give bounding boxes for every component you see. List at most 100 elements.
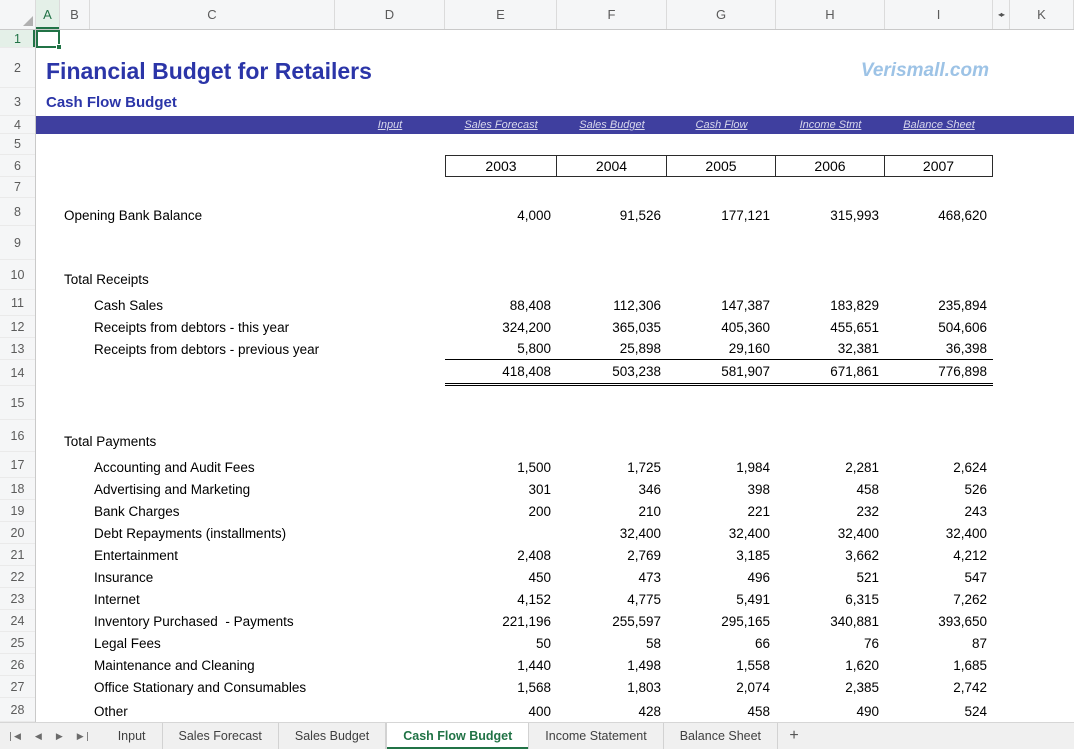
total-cell[interactable]: 418,408 [445, 360, 557, 386]
tab-sales-budget[interactable]: Sales Budget [279, 723, 386, 749]
value-cell[interactable]: 4,000 [445, 198, 557, 226]
row-label[interactable]: Legal Fees [90, 632, 445, 654]
column-header-e[interactable]: E [445, 0, 557, 29]
year-cell-2007[interactable]: 2007 [885, 155, 993, 177]
row-label[interactable]: Advertising and Marketing [90, 478, 445, 500]
value-cell[interactable]: 5,800 [445, 338, 557, 360]
value-cell[interactable]: 32,400 [776, 522, 885, 544]
value-cell[interactable]: 2,074 [667, 676, 776, 698]
value-cell[interactable]: 4,152 [445, 588, 557, 610]
value-cell[interactable]: 346 [557, 478, 667, 500]
nav-link-input[interactable]: Input [335, 116, 445, 134]
value-cell[interactable]: 177,121 [667, 198, 776, 226]
nav-link-income-stmt[interactable]: Income Stmt [776, 116, 885, 134]
value-cell[interactable]: 232 [776, 500, 885, 522]
value-cell[interactable]: 468,620 [885, 198, 993, 226]
value-cell[interactable]: 5,491 [667, 588, 776, 610]
value-cell[interactable]: 1,500 [445, 452, 557, 478]
row-label[interactable]: Maintenance and Cleaning [90, 654, 445, 676]
tab-cash-flow-budget[interactable]: Cash Flow Budget [386, 723, 529, 749]
row-label[interactable]: Other [90, 698, 445, 722]
value-cell[interactable]: 91,526 [557, 198, 667, 226]
value-cell[interactable]: 112,306 [557, 290, 667, 316]
value-cell[interactable]: 6,315 [776, 588, 885, 610]
value-cell[interactable] [445, 522, 557, 544]
value-cell[interactable]: 1,685 [885, 654, 993, 676]
value-cell[interactable]: 4,212 [885, 544, 993, 566]
row-label[interactable]: Inventory Purchased - Payments [90, 610, 445, 632]
row-label[interactable]: Entertainment [90, 544, 445, 566]
total-cell[interactable]: 776,898 [885, 360, 993, 386]
value-cell[interactable]: 455,651 [776, 316, 885, 338]
value-cell[interactable]: 365,035 [557, 316, 667, 338]
value-cell[interactable]: 400 [445, 698, 557, 722]
last-sheet-icon[interactable]: ▶ [77, 732, 88, 741]
nav-link-balance-sheet[interactable]: Balance Sheet [885, 116, 993, 134]
opening-balance-label[interactable]: Opening Bank Balance [60, 198, 445, 226]
value-cell[interactable]: 235,894 [885, 290, 993, 316]
column-header-g[interactable]: G [667, 0, 776, 29]
column-header-c[interactable]: C [90, 0, 335, 29]
value-cell[interactable]: 547 [885, 566, 993, 588]
value-cell[interactable]: 147,387 [667, 290, 776, 316]
value-cell[interactable]: 295,165 [667, 610, 776, 632]
column-header-i[interactable]: I [885, 0, 993, 29]
value-cell[interactable]: 66 [667, 632, 776, 654]
total-cell[interactable]: 581,907 [667, 360, 776, 386]
value-cell[interactable]: 3,185 [667, 544, 776, 566]
row-label[interactable]: Bank Charges [90, 500, 445, 522]
value-cell[interactable]: 29,160 [667, 338, 776, 360]
value-cell[interactable]: 1,498 [557, 654, 667, 676]
column-header-d[interactable]: D [335, 0, 445, 29]
column-header-h[interactable]: H [776, 0, 885, 29]
row-label[interactable]: Debt Repayments (installments) [90, 522, 445, 544]
value-cell[interactable]: 221,196 [445, 610, 557, 632]
total-receipts-label[interactable]: Total Receipts [60, 260, 445, 290]
value-cell[interactable]: 76 [776, 632, 885, 654]
nav-link-sales-forecast[interactable]: Sales Forecast [445, 116, 557, 134]
column-header-f[interactable]: F [557, 0, 667, 29]
value-cell[interactable]: 524 [885, 698, 993, 722]
value-cell[interactable]: 36,398 [885, 338, 993, 360]
value-cell[interactable]: 183,829 [776, 290, 885, 316]
year-cell-2006[interactable]: 2006 [776, 155, 885, 177]
next-sheet-icon[interactable]: ▶ [56, 732, 63, 741]
value-cell[interactable]: 398 [667, 478, 776, 500]
year-cell-2005[interactable]: 2005 [667, 155, 776, 177]
tab-input[interactable]: Input [102, 723, 163, 749]
first-sheet-icon[interactable]: ◀ [10, 732, 21, 741]
value-cell[interactable]: 458 [667, 698, 776, 722]
value-cell[interactable]: 1,725 [557, 452, 667, 478]
value-cell[interactable]: 1,558 [667, 654, 776, 676]
value-cell[interactable]: 88,408 [445, 290, 557, 316]
watermark-link[interactable]: Verismall.com [776, 48, 993, 88]
value-cell[interactable]: 405,360 [667, 316, 776, 338]
total-cell[interactable]: 671,861 [776, 360, 885, 386]
value-cell[interactable]: 1,984 [667, 452, 776, 478]
value-cell[interactable]: 32,400 [667, 522, 776, 544]
value-cell[interactable]: 200 [445, 500, 557, 522]
column-header-b[interactable]: B [60, 0, 90, 29]
tab-income-statement[interactable]: Income Statement [529, 723, 663, 749]
value-cell[interactable]: 315,993 [776, 198, 885, 226]
value-cell[interactable]: 393,650 [885, 610, 993, 632]
row-label[interactable]: Internet [90, 588, 445, 610]
value-cell[interactable]: 255,597 [557, 610, 667, 632]
add-sheet-button[interactable]: + [778, 723, 810, 749]
value-cell[interactable]: 504,606 [885, 316, 993, 338]
value-cell[interactable]: 1,620 [776, 654, 885, 676]
value-cell[interactable]: 87 [885, 632, 993, 654]
selected-cell-a1[interactable] [36, 30, 60, 48]
prev-sheet-icon[interactable]: ◀ [35, 732, 42, 741]
row-label[interactable]: Office Stationary and Consumables [90, 676, 445, 698]
value-cell[interactable]: 3,662 [776, 544, 885, 566]
tab-sales-forecast[interactable]: Sales Forecast [163, 723, 279, 749]
row-label[interactable]: Accounting and Audit Fees [90, 452, 445, 478]
value-cell[interactable]: 1,568 [445, 676, 557, 698]
year-cell-2003[interactable]: 2003 [445, 155, 557, 177]
value-cell[interactable]: 1,803 [557, 676, 667, 698]
value-cell[interactable]: 221 [667, 500, 776, 522]
value-cell[interactable]: 25,898 [557, 338, 667, 360]
value-cell[interactable]: 32,381 [776, 338, 885, 360]
value-cell[interactable]: 301 [445, 478, 557, 500]
